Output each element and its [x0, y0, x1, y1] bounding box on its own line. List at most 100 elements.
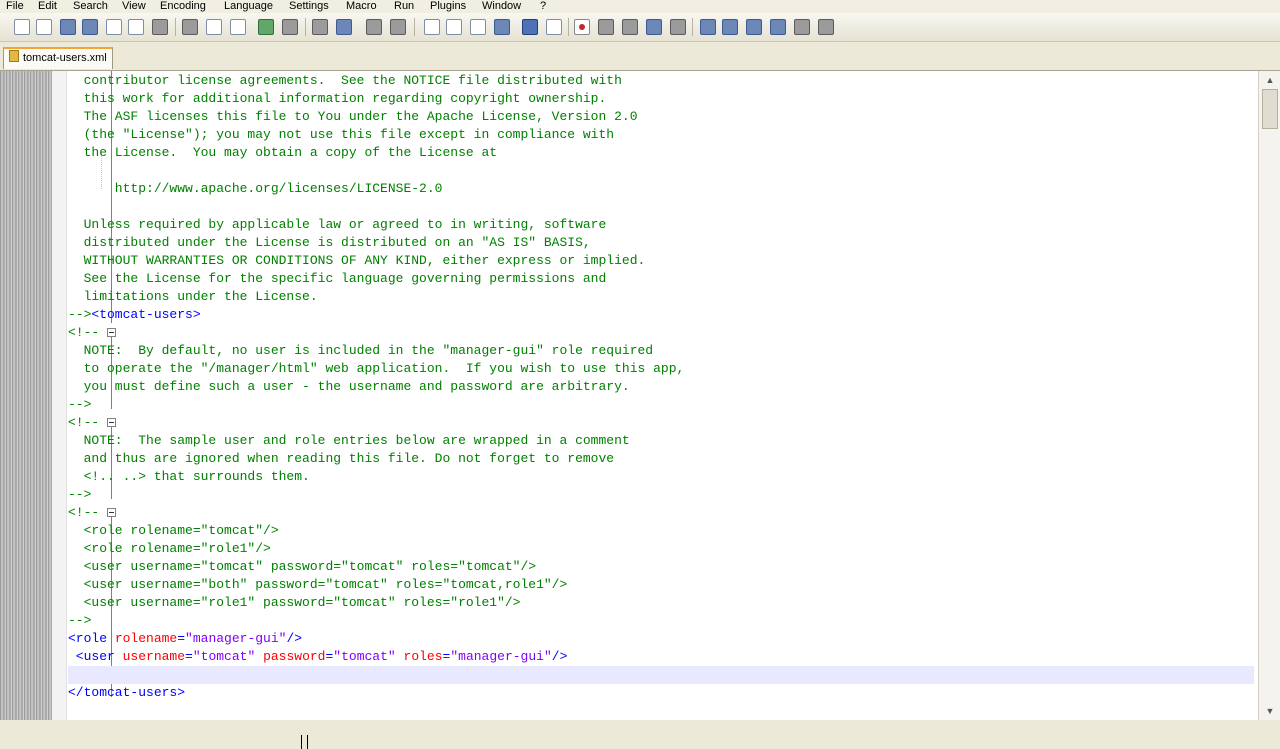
- code-line[interactable]: [68, 198, 1254, 216]
- code-line[interactable]: <user username="role1" password="tomcat"…: [68, 594, 1254, 612]
- xml-value: "manager-gui": [185, 631, 287, 646]
- open-file-icon[interactable]: [36, 19, 52, 35]
- scroll-down-icon[interactable]: ▼: [1262, 704, 1278, 718]
- menu-run[interactable]: Run: [394, 0, 414, 12]
- find-icon[interactable]: [312, 19, 328, 35]
- plugin-icon-2[interactable]: [722, 19, 738, 35]
- xml-tag: />: [286, 631, 303, 646]
- language-icon[interactable]: [546, 19, 562, 35]
- show-all-characters-icon[interactable]: [494, 19, 510, 35]
- run-macro-multiple-icon[interactable]: [646, 19, 662, 35]
- xml-tag: <tomcat-users>: [91, 307, 201, 322]
- save-macro-icon[interactable]: [670, 19, 686, 35]
- plugin-icon-6[interactable]: [818, 19, 834, 35]
- code-line[interactable]: --><tomcat-users>: [68, 306, 1254, 324]
- menu-encoding[interactable]: Encoding: [160, 0, 206, 12]
- code-line[interactable]: <user username="tomcat" password="tomcat…: [68, 648, 1254, 666]
- menu-plugins[interactable]: Plugins: [430, 0, 466, 12]
- toolbar-separator: [692, 18, 693, 36]
- menu-settings[interactable]: Settings: [289, 0, 329, 12]
- code-line[interactable]: <role rolename="role1"/>: [68, 540, 1254, 558]
- comment-text: <!--: [68, 325, 100, 340]
- indent-guide-icon[interactable]: [522, 19, 538, 35]
- code-line[interactable]: this work for additional information reg…: [68, 90, 1254, 108]
- code-line[interactable]: WITHOUT WARRANTIES OR CONDITIONS OF ANY …: [68, 252, 1254, 270]
- code-line[interactable]: -->: [68, 612, 1254, 630]
- menu-edit[interactable]: Edit: [38, 0, 57, 12]
- code-line[interactable]: and thus are ignored when reading this f…: [68, 450, 1254, 468]
- menu-search[interactable]: Search: [73, 0, 108, 12]
- comment-text: you must define such a user - the userna…: [68, 379, 630, 394]
- plugin-icon-1[interactable]: [700, 19, 716, 35]
- fold-margin[interactable]: [52, 71, 116, 720]
- comment-text: <user username="both" password="tomcat" …: [68, 577, 568, 592]
- xml-tag: <user: [68, 649, 115, 664]
- zoom-in-icon[interactable]: [366, 19, 382, 35]
- menu-help[interactable]: ?: [540, 0, 546, 12]
- plugin-icon-3[interactable]: [746, 19, 762, 35]
- menu-window[interactable]: Window: [482, 0, 521, 12]
- scrollbar-thumb[interactable]: [1262, 89, 1278, 129]
- close-all-icon[interactable]: [128, 19, 144, 35]
- code-line[interactable]: to operate the "/manager/html" web appli…: [68, 360, 1254, 378]
- sync-horizontal-icon[interactable]: [446, 19, 462, 35]
- word-wrap-icon[interactable]: [470, 19, 486, 35]
- record-macro-icon[interactable]: [574, 19, 590, 35]
- comment-text: the License. You may obtain a copy of th…: [68, 145, 498, 160]
- replace-icon[interactable]: [336, 19, 352, 35]
- copy-icon[interactable]: [206, 19, 222, 35]
- code-line[interactable]: The ASF licenses this file to You under …: [68, 108, 1254, 126]
- line-number-margin: [0, 71, 52, 720]
- code-line[interactable]: <user username="tomcat" password="tomcat…: [68, 558, 1254, 576]
- code-line[interactable]: <!--: [68, 414, 1254, 432]
- paste-icon[interactable]: [230, 19, 246, 35]
- vertical-scrollbar[interactable]: ▲ ▼: [1258, 71, 1280, 720]
- cut-icon[interactable]: [182, 19, 198, 35]
- plugin-icon-5[interactable]: [794, 19, 810, 35]
- code-line[interactable]: NOTE: By default, no user is included in…: [68, 342, 1254, 360]
- menu-language[interactable]: Language: [224, 0, 273, 12]
- code-line[interactable]: <role rolename="manager-gui"/>: [68, 630, 1254, 648]
- save-icon[interactable]: [60, 19, 76, 35]
- code-line[interactable]: NOTE: The sample user and role entries b…: [68, 432, 1254, 450]
- code-line[interactable]: <!--: [68, 324, 1254, 342]
- save-all-icon[interactable]: [82, 19, 98, 35]
- menu-file[interactable]: File: [6, 0, 24, 12]
- scroll-up-icon[interactable]: ▲: [1262, 73, 1278, 87]
- code-line[interactable]: -->: [68, 396, 1254, 414]
- redo-icon[interactable]: [282, 19, 298, 35]
- stop-recording-icon[interactable]: [598, 19, 614, 35]
- code-line[interactable]: See the License for the specific languag…: [68, 270, 1254, 288]
- text-cursor-icon: [301, 735, 308, 749]
- code-line[interactable]: limitations under the License.: [68, 288, 1254, 306]
- code-line[interactable]: you must define such a user - the userna…: [68, 378, 1254, 396]
- code-line[interactable]: the License. You may obtain a copy of th…: [68, 144, 1254, 162]
- new-file-icon[interactable]: [14, 19, 30, 35]
- print-icon[interactable]: [152, 19, 168, 35]
- menu-view[interactable]: View: [122, 0, 146, 12]
- close-icon[interactable]: [106, 19, 122, 35]
- code-line[interactable]: contributor license agreements. See the …: [68, 72, 1254, 90]
- tab-tomcat-users[interactable]: tomcat-users.xml: [3, 47, 113, 69]
- menu-macro[interactable]: Macro: [346, 0, 377, 12]
- code-line[interactable]: <user username="both" password="tomcat" …: [68, 576, 1254, 594]
- code-line[interactable]: <!.. ..> that surrounds them.: [68, 468, 1254, 486]
- code-line[interactable]: <!--: [68, 504, 1254, 522]
- sync-vertical-icon[interactable]: [424, 19, 440, 35]
- code-line[interactable]: </tomcat-users>: [68, 684, 1254, 702]
- code-view[interactable]: contributor license agreements. See the …: [68, 71, 1258, 720]
- code-line[interactable]: [68, 162, 1254, 180]
- editor-area[interactable]: contributor license agreements. See the …: [0, 71, 1280, 749]
- code-line[interactable]: Unless required by applicable law or agr…: [68, 216, 1254, 234]
- code-line[interactable]: [68, 666, 1254, 684]
- plugin-icon-4[interactable]: [770, 19, 786, 35]
- comment-text: See the License for the specific languag…: [68, 271, 607, 286]
- playback-macro-icon[interactable]: [622, 19, 638, 35]
- code-line[interactable]: http://www.apache.org/licenses/LICENSE-2…: [68, 180, 1254, 198]
- undo-icon[interactable]: [258, 19, 274, 35]
- zoom-out-icon[interactable]: [390, 19, 406, 35]
- code-line[interactable]: -->: [68, 486, 1254, 504]
- code-line[interactable]: distributed under the License is distrib…: [68, 234, 1254, 252]
- code-line[interactable]: <role rolename="tomcat"/>: [68, 522, 1254, 540]
- code-line[interactable]: (the "License"); you may not use this fi…: [68, 126, 1254, 144]
